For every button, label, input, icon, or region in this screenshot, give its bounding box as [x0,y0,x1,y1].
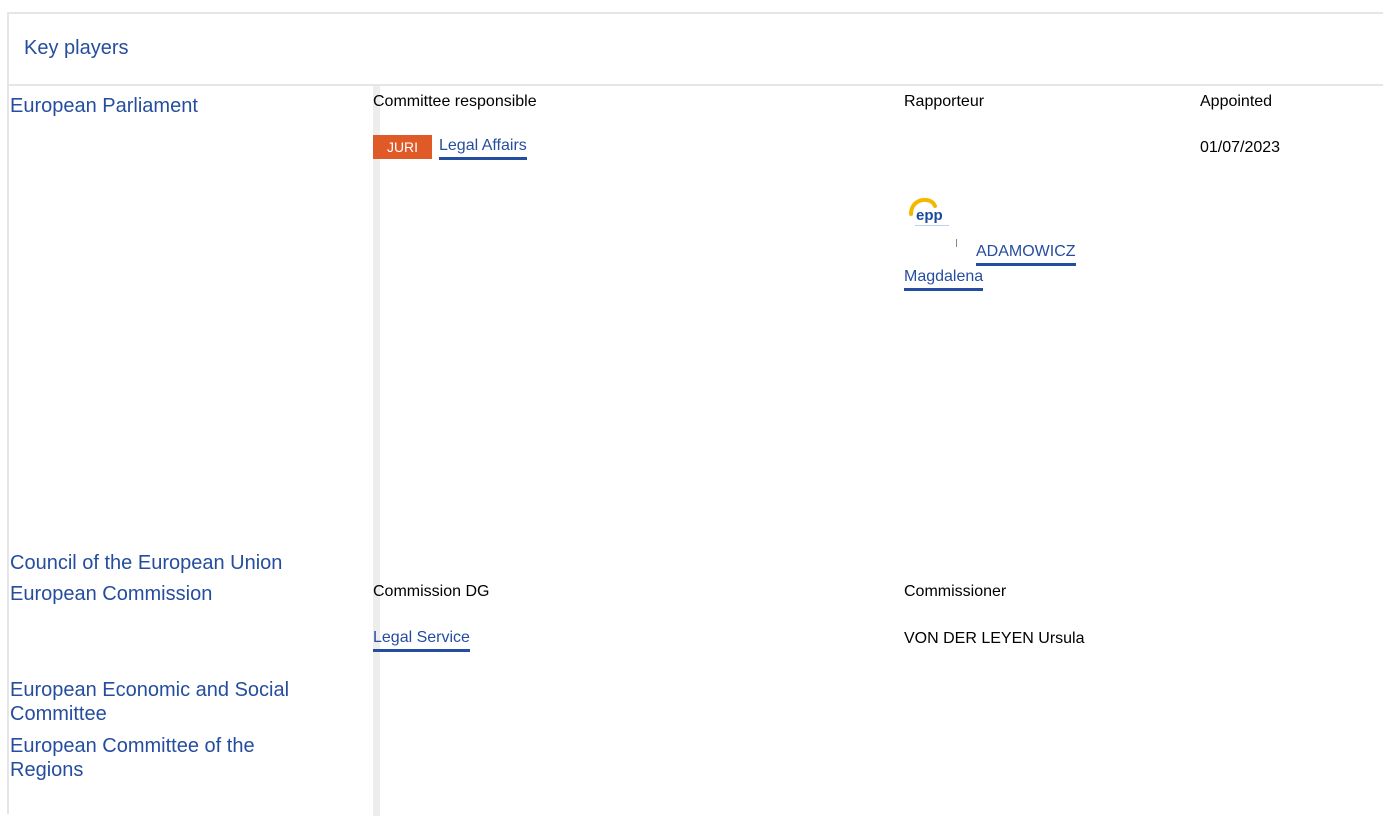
commissioner-name: VON DER LEYEN Ursula [904,630,1085,647]
col-committee-responsible: Committee responsible [373,93,537,110]
epp-logo-icon: epp [909,197,957,247]
institution-eesc[interactable]: European Economic and Social Committee [10,678,310,726]
institution-council[interactable]: Council of the European Union [10,551,282,575]
svg-text:epp: epp [916,207,943,224]
dg-link-legal-service[interactable]: Legal Service [373,627,470,652]
section-title: Key players [24,37,129,59]
institution-european-commission[interactable]: European Commission [10,582,212,606]
col-commission-dg: Commission DG [373,583,490,600]
rapporteur-link-firstname[interactable]: Magdalena [904,266,984,291]
epp-group-logo: epp [899,192,961,248]
key-players-panel: Key players European Parliament Council … [7,12,1383,816]
col-rapporteur: Rapporteur [904,93,985,110]
rapporteur-link-surname[interactable]: ADAMOWICZ [976,241,1076,266]
appointed-date: 01/07/2023 [1200,139,1281,156]
committee-link-legal-affairs[interactable]: Legal Affairs [439,135,527,160]
committee-badge: JURI [373,135,432,159]
panel-header: Key players [9,14,1383,86]
col-commissioner: Commissioner [904,583,1007,600]
column-divider [373,86,380,816]
institution-european-parliament[interactable]: European Parliament [10,94,198,118]
col-appointed: Appointed [1200,93,1273,110]
institution-committee-of-regions[interactable]: European Committee of the Regions [10,734,330,782]
